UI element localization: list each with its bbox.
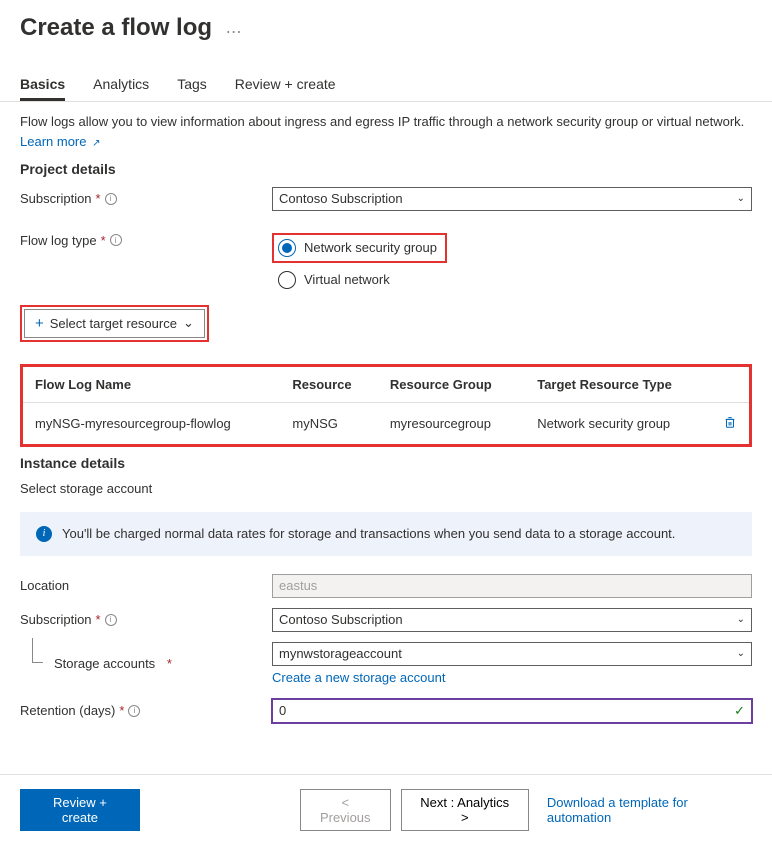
chevron-down-icon: ⌄ <box>737 614 745 625</box>
previous-button: < Previous <box>300 789 391 831</box>
storage-subscription-label: Subscription* i <box>20 612 272 627</box>
chevron-down-icon: ⌄ <box>183 315 194 331</box>
location-label: Location <box>20 578 272 593</box>
tab-basics[interactable]: Basics <box>20 76 65 101</box>
info-icon[interactable]: i <box>105 614 117 626</box>
next-button[interactable]: Next : Analytics > <box>401 789 529 831</box>
checkmark-icon: ✓ <box>734 703 745 719</box>
col-resource: Resource <box>280 367 377 403</box>
plus-icon: + <box>35 315 44 332</box>
radio-nsg[interactable]: Network security group <box>272 233 447 263</box>
chevron-down-icon: ⌄ <box>737 193 745 204</box>
intro-text: Flow logs allow you to view information … <box>20 112 752 132</box>
table-row: myNSG-myresourcegroup-flowlog myNSG myre… <box>23 402 749 444</box>
radio-vnet[interactable]: Virtual network <box>272 271 752 289</box>
subscription-label: Subscription* i <box>20 191 272 206</box>
storage-account-select[interactable]: mynwstorageaccount ⌄ <box>272 642 752 666</box>
create-storage-account-link[interactable]: Create a new storage account <box>272 670 445 685</box>
retention-label: Retention (days)* i <box>20 703 272 718</box>
more-actions-icon[interactable]: ⋯ <box>226 24 242 41</box>
select-storage-label: Select storage account <box>20 481 752 496</box>
tab-bar: Basics Analytics Tags Review + create <box>0 42 772 102</box>
tab-analytics[interactable]: Analytics <box>93 76 149 101</box>
flow-log-type-label: Flow log type* i <box>20 233 272 248</box>
target-resource-table: Flow Log Name Resource Resource Group Ta… <box>20 364 752 447</box>
chevron-down-icon: ⌄ <box>737 648 745 659</box>
footer-bar: Review + create < Previous Next : Analyt… <box>0 774 772 845</box>
storage-accounts-label: Storage accounts * <box>20 656 272 671</box>
info-icon[interactable]: i <box>105 193 117 205</box>
section-project-details: Project details <box>20 161 752 177</box>
info-icon: i <box>36 526 52 542</box>
location-input: eastus <box>272 574 752 598</box>
review-create-button[interactable]: Review + create <box>20 789 140 831</box>
external-link-icon: ↗ <box>92 138 100 149</box>
col-target-type: Target Resource Type <box>525 367 711 403</box>
col-resource-group: Resource Group <box>378 367 525 403</box>
radio-unchecked-icon <box>278 271 296 289</box>
delete-icon[interactable] <box>723 417 737 432</box>
radio-checked-icon <box>278 239 296 257</box>
retention-input[interactable]: 0 ✓ <box>272 699 752 723</box>
subscription-select[interactable]: Contoso Subscription ⌄ <box>272 187 752 211</box>
info-icon[interactable]: i <box>128 705 140 717</box>
info-icon[interactable]: i <box>110 234 122 246</box>
section-instance-details: Instance details <box>20 455 752 471</box>
select-target-resource-button[interactable]: + Select target resource ⌄ <box>24 309 205 338</box>
tab-review-create[interactable]: Review + create <box>235 76 336 101</box>
download-template-link[interactable]: Download a template for automation <box>547 795 752 825</box>
learn-more-link[interactable]: Learn more ↗ <box>20 134 101 149</box>
col-flowlog-name: Flow Log Name <box>23 367 280 403</box>
storage-subscription-select[interactable]: Contoso Subscription ⌄ <box>272 608 752 632</box>
info-banner: i You'll be charged normal data rates fo… <box>20 512 752 556</box>
page-title: Create a flow log <box>20 14 212 42</box>
tab-tags[interactable]: Tags <box>177 76 207 101</box>
